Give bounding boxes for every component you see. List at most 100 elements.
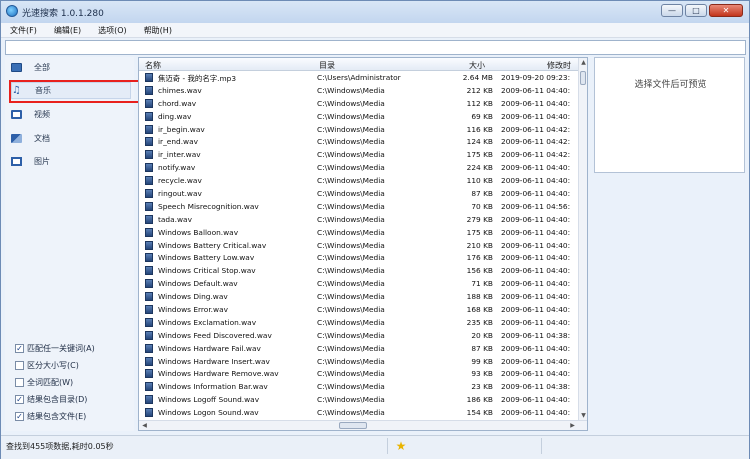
table-row[interactable]: notify.wav C:\Windows\Media 224 KB 2009-06-… [139, 161, 579, 174]
table-row[interactable]: ding.wav C:\Windows\Media 69 KB 2009-06-11 … [139, 110, 579, 123]
sidebar-item-all[interactable]: 全部 [11, 59, 131, 76]
sidebar-item-label: 全部 [34, 63, 50, 72]
star-icon[interactable]: ★ [394, 439, 408, 453]
file-path: C:\Windows\Media [317, 85, 385, 95]
table-row[interactable]: Speech Misrecognition.wav C:\Windows\Medi… [139, 200, 579, 213]
table-row[interactable]: Windows Information Bar.wav C:\Windows\Me… [139, 380, 579, 393]
column-name-header[interactable]: 名称 [145, 60, 161, 71]
case-sensitive-checkbox[interactable]: 区分大小写(C) [15, 359, 79, 372]
file-name: Windows Feed Discovered.wav [158, 330, 272, 340]
table-row[interactable]: recycle.wav C:\Windows\Media 110 KB 2009-06… [139, 174, 579, 187]
file-size: 279 KB [466, 214, 493, 224]
menu-options[interactable]: 选项(O) [89, 23, 135, 37]
file-date: 2009-06-11 04:40: [501, 98, 571, 108]
table-row[interactable]: ir_begin.wav C:\Windows\Media 116 KB 2009-0… [139, 123, 579, 136]
table-row[interactable]: Windows Logon Sound.wav C:\Windows\Media 1… [139, 406, 579, 419]
checkbox-unchecked[interactable] [15, 378, 24, 387]
sidebar-item-label: 文档 [34, 134, 50, 143]
file-name: Speech Misrecognition.wav [158, 201, 259, 211]
main-window: 光速搜索 1.0.1.280 — □ ✕ 文件(F) 编辑(E) 选项(O) 帮… [0, 0, 750, 459]
file-date: 2009-06-11 04:40: [501, 189, 571, 199]
file-name: Windows Exclamation.wav [158, 317, 257, 327]
file-name: chord.wav [158, 98, 197, 108]
file-date: 2009-06-11 04:40: [501, 292, 571, 302]
table-row[interactable]: ringout.wav C:\Windows\Media 87 KB 2009-06-… [139, 187, 579, 200]
table-row[interactable]: tada.wav C:\Windows\Media 279 KB 2009-06-11… [139, 213, 579, 226]
file-path: C:\Windows\Media [317, 137, 385, 147]
audio-file-icon [145, 111, 153, 121]
sidebar-item-documents[interactable]: 文档 [11, 130, 131, 147]
scroll-up-icon[interactable]: ▲ [579, 59, 587, 66]
scroll-down-icon[interactable]: ▼ [579, 412, 587, 419]
table-row[interactable]: chimes.wav C:\Windows\Media 212 KB 2009-06-… [139, 84, 579, 97]
document-icon [11, 134, 22, 143]
file-path: C:\Windows\Media [317, 343, 385, 353]
table-row[interactable]: Windows Logoff Sound.wav C:\Windows\Media… [139, 393, 579, 406]
scrollbar-thumb[interactable] [339, 422, 367, 429]
scrollbar-thumb[interactable] [580, 71, 586, 85]
table-row[interactable]: ir_end.wav C:\Windows\Media 124 KB 2009-06-… [139, 135, 579, 148]
column-date-header[interactable]: 修改时 [547, 60, 571, 71]
table-row[interactable]: Windows Critical Stop.wav C:\Windows\Medi… [139, 264, 579, 277]
checkbox-checked[interactable]: ✓ [15, 395, 24, 404]
table-row[interactable]: Windows Hardware Insert.wav C:\Windows\Me… [139, 355, 579, 368]
include-files-checkbox[interactable]: ✓ 结果包含文件(E) [15, 410, 86, 423]
table-row[interactable]: Windows Default.wav C:\Windows\Media 71 KB… [139, 277, 579, 290]
title-bar[interactable]: 光速搜索 1.0.1.280 — □ ✕ [1, 1, 749, 23]
file-path: C:\Windows\Media [317, 214, 385, 224]
file-name: Windows Logoff Sound.wav [158, 395, 260, 405]
checkbox-unchecked[interactable] [15, 361, 24, 370]
table-row[interactable]: Windows Hardware Remove.wav C:\Windows\Me… [139, 367, 579, 380]
table-row[interactable]: Windows Hardware Fail.wav C:\Windows\Medi… [139, 342, 579, 355]
menu-help[interactable]: 帮助(H) [135, 23, 180, 37]
checkbox-checked[interactable]: ✓ [15, 344, 24, 353]
file-name: notify.wav [158, 163, 196, 173]
file-path: C:\Windows\Media [317, 253, 385, 263]
file-path: C:\Windows\Media [317, 240, 385, 250]
close-button[interactable]: ✕ [709, 4, 743, 17]
audio-file-icon [145, 227, 153, 237]
audio-file-icon [145, 305, 153, 315]
sidebar: 全部 ♫ 音乐 视频 文档 图片 [5, 57, 134, 431]
table-row[interactable]: 焦迈奇 - 我的名字.mp3 C:\Users\Administrator 2.64… [139, 71, 579, 84]
search-input[interactable] [6, 41, 745, 54]
horizontal-scrollbar[interactable]: ◀ ▶ [139, 420, 587, 430]
table-row[interactable]: Windows Feed Discovered.wav C:\Windows\Me… [139, 329, 579, 342]
vertical-scrollbar[interactable]: ▲ ▼ [578, 58, 587, 420]
include-directories-checkbox[interactable]: ✓ 结果包含目录(D) [15, 393, 87, 406]
file-date: 2009-06-11 04:40: [501, 408, 571, 418]
maximize-button[interactable]: □ [685, 4, 707, 17]
file-date: 2009-06-11 04:56: [501, 201, 571, 211]
table-row[interactable]: Windows Battery Critical.wav C:\Windows\M… [139, 239, 579, 252]
file-date: 2009-06-11 04:40: [501, 227, 571, 237]
checkbox-checked[interactable]: ✓ [15, 412, 24, 421]
whole-word-checkbox[interactable]: 全词匹配(W) [15, 376, 73, 389]
sidebar-item-video[interactable]: 视频 [11, 106, 131, 123]
file-name: 焦迈奇 - 我的名字.mp3 [158, 74, 237, 83]
table-row[interactable]: Windows Exclamation.wav C:\Windows\Media 2… [139, 316, 579, 329]
selection-highlight [9, 80, 140, 103]
audio-file-icon [145, 150, 153, 160]
match-any-keyword-checkbox[interactable]: ✓ 匹配任一关键词(A) [15, 342, 95, 355]
menu-file[interactable]: 文件(F) [1, 23, 45, 37]
sidebar-item-pictures[interactable]: 图片 [11, 153, 131, 170]
table-row[interactable]: Windows Balloon.wav C:\Windows\Media 175 K… [139, 226, 579, 239]
scroll-right-icon[interactable]: ▶ [568, 422, 577, 429]
table-row[interactable]: ir_inter.wav C:\Windows\Media 175 KB 2009-0… [139, 148, 579, 161]
status-text: 查找到455项数据,耗时0.05秒 [6, 442, 114, 451]
table-row[interactable]: Windows Error.wav C:\Windows\Media 168 KB 2… [139, 303, 579, 316]
file-date: 2019-09-20 09:23: [501, 73, 571, 82]
scroll-left-icon[interactable]: ◀ [140, 422, 149, 429]
results-table: 名称 目录 大小 修改时 焦迈奇 - 我的名字.mp3 C:\Users\Admi… [138, 57, 588, 431]
file-path: C:\Windows\Media [317, 382, 385, 392]
column-size-header[interactable]: 大小 [469, 60, 485, 71]
column-path-header[interactable]: 目录 [319, 60, 335, 71]
file-name: ir_inter.wav [158, 150, 201, 160]
minimize-button[interactable]: — [661, 4, 683, 17]
table-row[interactable]: Windows Ding.wav C:\Windows\Media 188 KB 20… [139, 290, 579, 303]
table-row[interactable]: Windows Battery Low.wav C:\Windows\Media 1… [139, 251, 579, 264]
file-name: Windows Battery Low.wav [158, 253, 255, 263]
file-path: C:\Windows\Media [317, 176, 385, 186]
menu-edit[interactable]: 编辑(E) [45, 23, 89, 37]
table-row[interactable]: chord.wav C:\Windows\Media 112 KB 2009-06-1… [139, 97, 579, 110]
